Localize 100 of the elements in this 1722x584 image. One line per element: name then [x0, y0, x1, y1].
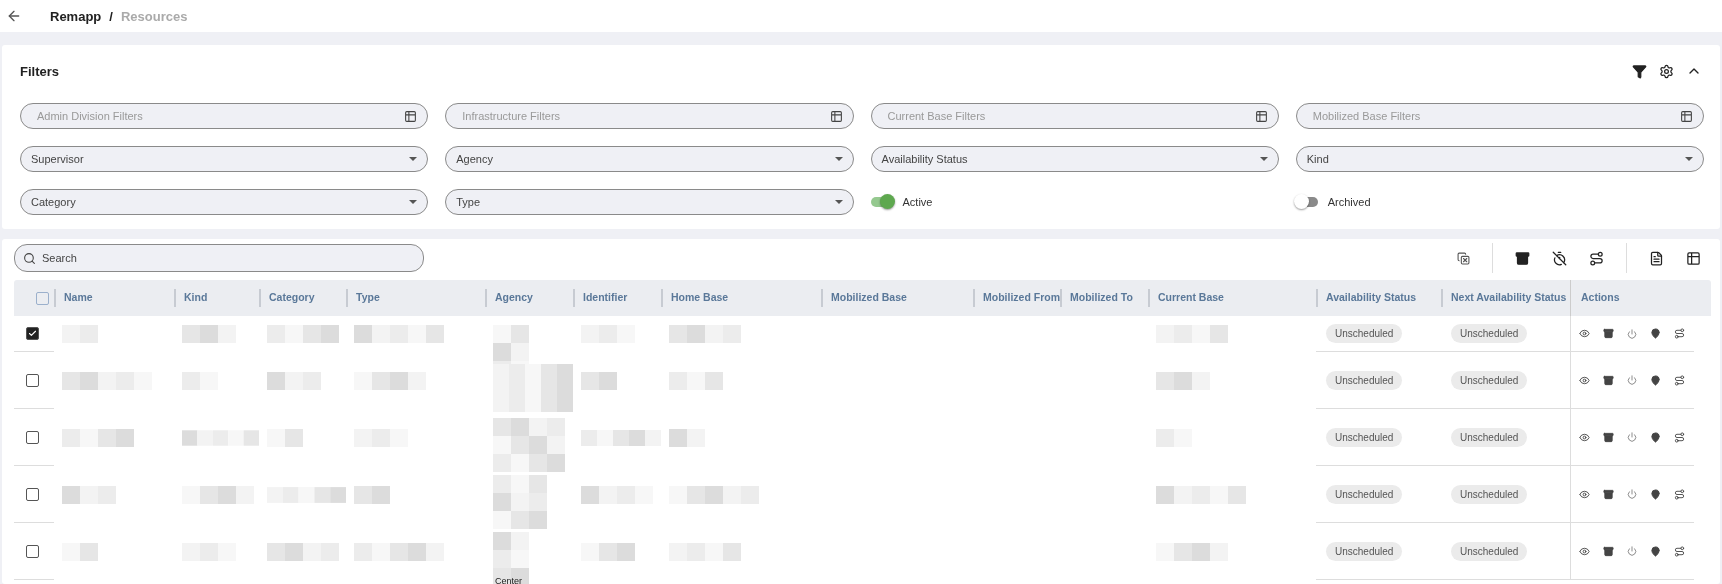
column-header[interactable]: Agency [495, 292, 533, 304]
route-icon[interactable] [1674, 431, 1685, 443]
breadcrumb-link[interactable]: Remapp [50, 8, 102, 24]
route-icon[interactable] [1674, 488, 1685, 500]
map-pin-icon[interactable] [1650, 431, 1661, 443]
redacted-mosaic [354, 485, 390, 504]
dropdown-caret-icon[interactable] [1685, 157, 1693, 161]
back-icon[interactable] [6, 8, 22, 24]
column-header[interactable]: Mobilized From [983, 292, 1060, 304]
toggle-switch[interactable] [1295, 197, 1318, 207]
route-icon[interactable] [1674, 328, 1685, 339]
power-icon[interactable] [1627, 546, 1637, 556]
power-icon[interactable] [1627, 432, 1637, 442]
select-field[interactable]: Category [20, 189, 429, 215]
status-badge: Unscheduled [1451, 324, 1528, 343]
view-icon[interactable] [1579, 488, 1590, 500]
row-checkbox[interactable] [26, 373, 39, 387]
column-header[interactable]: Category [269, 292, 315, 304]
toggle-switch[interactable] [870, 197, 893, 207]
redacted-mosaic [669, 428, 705, 447]
select-all-checkbox[interactable] [36, 291, 49, 305]
archive-icon[interactable] [1603, 545, 1614, 557]
filter-settings-icon[interactable] [1632, 63, 1647, 79]
select-field[interactable]: Availability Status [870, 146, 1279, 172]
map-pin-icon[interactable] [1650, 328, 1661, 339]
column-header[interactable]: Next Availability Status [1451, 292, 1567, 304]
column-header[interactable]: Type [356, 292, 380, 304]
row-checkbox[interactable] [26, 544, 39, 558]
filters-title: Filters [20, 63, 59, 79]
table-icon[interactable] [829, 109, 843, 123]
column-header[interactable]: Mobilized To [1070, 292, 1133, 304]
dropdown-caret-icon[interactable] [409, 157, 418, 161]
redacted-mosaic [669, 325, 741, 343]
dropdown-caret-icon[interactable] [1259, 157, 1268, 161]
select-field[interactable]: Kind [1295, 146, 1704, 172]
redacted-mosaic [1156, 542, 1228, 561]
dropdown-caret-icon[interactable] [834, 200, 843, 204]
filter-field[interactable]: Infrastructure Filters [445, 103, 854, 129]
redacted-mosaic [354, 371, 426, 390]
select-field[interactable]: Type [445, 189, 854, 215]
redacted-mosaic [581, 485, 653, 504]
power-icon[interactable] [1627, 328, 1637, 339]
map-pin-icon[interactable] [1650, 488, 1661, 500]
archive-icon[interactable] [1603, 431, 1614, 443]
column-header[interactable]: Kind [184, 292, 208, 304]
power-icon[interactable] [1627, 489, 1637, 499]
table-icon[interactable] [1254, 109, 1268, 123]
file-icon[interactable] [1649, 250, 1664, 266]
column-header[interactable]: Availability Status [1326, 292, 1417, 304]
table-icon[interactable] [404, 109, 418, 123]
table-settings-icon[interactable] [1686, 250, 1701, 266]
map-pin-icon[interactable] [1650, 545, 1661, 557]
map-pin-icon[interactable] [1650, 374, 1661, 386]
dropdown-caret-icon[interactable] [834, 157, 843, 161]
column-header[interactable]: Mobilized Base [831, 292, 907, 304]
redacted-mosaic [182, 485, 254, 504]
select-field[interactable]: Supervisor [20, 146, 429, 172]
status-badge: Unscheduled [1326, 427, 1403, 447]
row-checkbox[interactable] [26, 327, 39, 340]
select-field[interactable]: Agency [445, 146, 854, 172]
redacted-mosaic [267, 428, 303, 447]
route-icon[interactable] [1674, 374, 1685, 386]
view-icon[interactable] [1579, 374, 1590, 386]
redacted-mosaic [581, 542, 635, 561]
clear-selection-icon[interactable] [1457, 251, 1470, 265]
breadcrumb-separator: / [109, 8, 113, 24]
filter-field[interactable]: Mobilized Base Filters [1295, 103, 1704, 129]
redacted-mosaic [669, 371, 723, 390]
settings-icon[interactable] [1659, 63, 1674, 79]
status-badge: Unscheduled [1326, 324, 1403, 343]
power-icon[interactable] [1627, 375, 1637, 385]
status-badge: Unscheduled [1451, 541, 1528, 561]
view-icon[interactable] [1579, 431, 1590, 443]
search-field[interactable]: Search [14, 244, 424, 272]
status-badge: Unscheduled [1326, 484, 1403, 504]
archive-icon[interactable] [1603, 328, 1614, 339]
archive-icon[interactable] [1603, 488, 1614, 500]
view-icon[interactable] [1579, 545, 1590, 557]
filter-field[interactable]: Current Base Filters [870, 103, 1279, 129]
view-icon[interactable] [1579, 328, 1590, 339]
redacted-mosaic [669, 542, 741, 561]
archive-icon[interactable] [1603, 374, 1614, 386]
table-cell: Center [495, 576, 522, 584]
route-icon[interactable] [1589, 250, 1604, 266]
timer-off-icon[interactable] [1552, 250, 1567, 266]
redacted-mosaic [1156, 325, 1228, 343]
table-icon[interactable] [1680, 109, 1693, 123]
dropdown-caret-icon[interactable] [409, 200, 418, 204]
column-header[interactable]: Identifier [583, 292, 628, 304]
route-icon[interactable] [1674, 545, 1685, 557]
column-header[interactable]: Current Base [1158, 292, 1224, 304]
column-header[interactable]: Name [64, 292, 93, 304]
filter-field[interactable]: Admin Division Filters [20, 103, 429, 129]
redacted-mosaic [267, 542, 339, 561]
redacted-mosaic [1156, 371, 1210, 390]
row-checkbox[interactable] [26, 430, 39, 444]
archive-icon[interactable] [1515, 250, 1530, 266]
column-header[interactable]: Home Base [671, 292, 729, 304]
column-header[interactable]: Actions [1581, 292, 1620, 304]
row-checkbox[interactable] [26, 487, 39, 501]
